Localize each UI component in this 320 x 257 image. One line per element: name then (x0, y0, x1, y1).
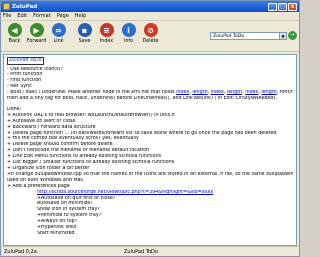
index-icon: ≡ (99, 23, 114, 37)
menu-bar: File Edit Format Page Help (1, 12, 299, 21)
toolbar-button-label: Link (53, 39, 64, 44)
back-button[interactable]: ◀ Back (4, 23, 25, 44)
chevron-down-icon[interactable]: ▼ (280, 31, 287, 40)
inline-link[interactable]: length (192, 90, 207, 95)
page-select-input[interactable]: ZuluPad ToDo (210, 31, 280, 40)
title-bar[interactable]: ZuluPad _ □ x (1, 1, 299, 12)
inline-link[interactable]: index (245, 90, 258, 95)
maximize-button[interactable]: □ (278, 2, 287, 11)
status-bar: ZuluPad 0.2a ZuluPad ToDo (1, 246, 299, 256)
inline-link[interactable]: index (176, 90, 189, 95)
forward-button[interactable]: ▶ Forward (26, 23, 47, 44)
save-icon: ▪ (77, 23, 92, 37)
forward-arrow-icon: ▶ (29, 23, 44, 37)
window-title: ZuluPad (12, 3, 38, 10)
done-line: +If change zulupadwindow.cpp so that the… (7, 171, 293, 177)
toolbar-button-label: Index (99, 39, 114, 44)
menu-page[interactable]: Page (57, 13, 69, 19)
inline-link[interactable]: length (227, 90, 242, 95)
toolbar-button-label: Back (8, 39, 21, 44)
inline-link[interactable]: length (261, 90, 276, 95)
todo-line: then add a tiny tag for bold, italic, un… (7, 96, 277, 102)
menu-format[interactable]: Format (33, 13, 51, 19)
toolbar-button-label: Forward (26, 39, 47, 44)
page-title: ZuluPad ToDo (7, 57, 44, 65)
editor-area[interactable]: ZuluPad ToDo - Use Resource Icon(s)? - Pr… (3, 54, 297, 246)
toolbar-button-label: Info (123, 39, 134, 44)
page-selector[interactable]: ZuluPad ToDo ▼ → (210, 31, 297, 40)
status-version: ZuluPad 0.2a (4, 248, 37, 255)
minimize-button[interactable]: _ (268, 2, 277, 11)
link-button[interactable]: ∞ Link (48, 23, 69, 44)
info-icon: i (121, 23, 136, 37)
save-button[interactable]: ▪ Save (74, 23, 95, 44)
inline-link[interactable]: index (211, 90, 224, 95)
status-page: ZuluPad ToDo (124, 248, 158, 255)
menu-edit[interactable]: Edit (17, 13, 27, 19)
link-icon: ∞ (51, 23, 66, 37)
app-icon (3, 3, 10, 10)
app-window: ZuluPad _ □ x File Edit Format Page Help… (0, 0, 300, 257)
back-arrow-icon: ◀ (7, 23, 22, 37)
menu-help[interactable]: Help (75, 13, 86, 19)
delete-button[interactable]: ⊘ Delete (140, 23, 161, 44)
toolbar-button-label: Delete (142, 39, 159, 44)
info-button[interactable]: i Info (118, 23, 139, 44)
menu-file[interactable]: File (3, 13, 11, 19)
preference-item: Start Minimized (37, 230, 75, 236)
delete-icon: ⊘ (143, 23, 158, 37)
go-icon[interactable]: → (288, 31, 297, 40)
toolbar: ◀ Back ▶ Forward ∞ Link ▪ Save ≡ Index i Info ⊘ Delet… (1, 21, 299, 52)
index-button[interactable]: ≡ Index (96, 23, 117, 44)
close-button[interactable]: x (288, 2, 297, 11)
toolbar-button-label: Save (78, 39, 91, 44)
